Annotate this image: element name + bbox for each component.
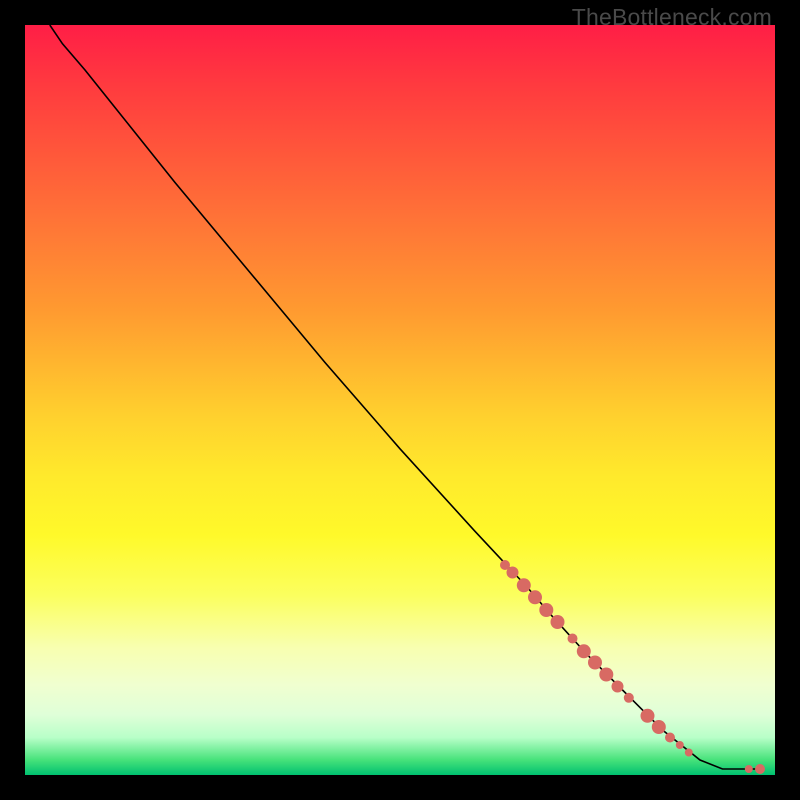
data-point [665,733,675,743]
curve-line [50,25,760,769]
chart-svg [25,25,775,775]
data-point [612,681,624,693]
data-point [577,644,591,658]
data-point [624,693,634,703]
data-markers [500,560,765,774]
data-point [588,656,602,670]
plot-area [25,25,775,775]
data-point [507,567,519,579]
data-point [517,578,531,592]
chart-frame: TheBottleneck.com [0,0,800,800]
data-point [528,590,542,604]
data-point [745,765,753,773]
data-point [599,668,613,682]
data-point [652,720,666,734]
data-point [755,764,765,774]
data-point [539,603,553,617]
data-point [685,749,693,757]
data-point [568,634,578,644]
data-point [676,741,684,749]
data-point [551,615,565,629]
data-point [641,709,655,723]
